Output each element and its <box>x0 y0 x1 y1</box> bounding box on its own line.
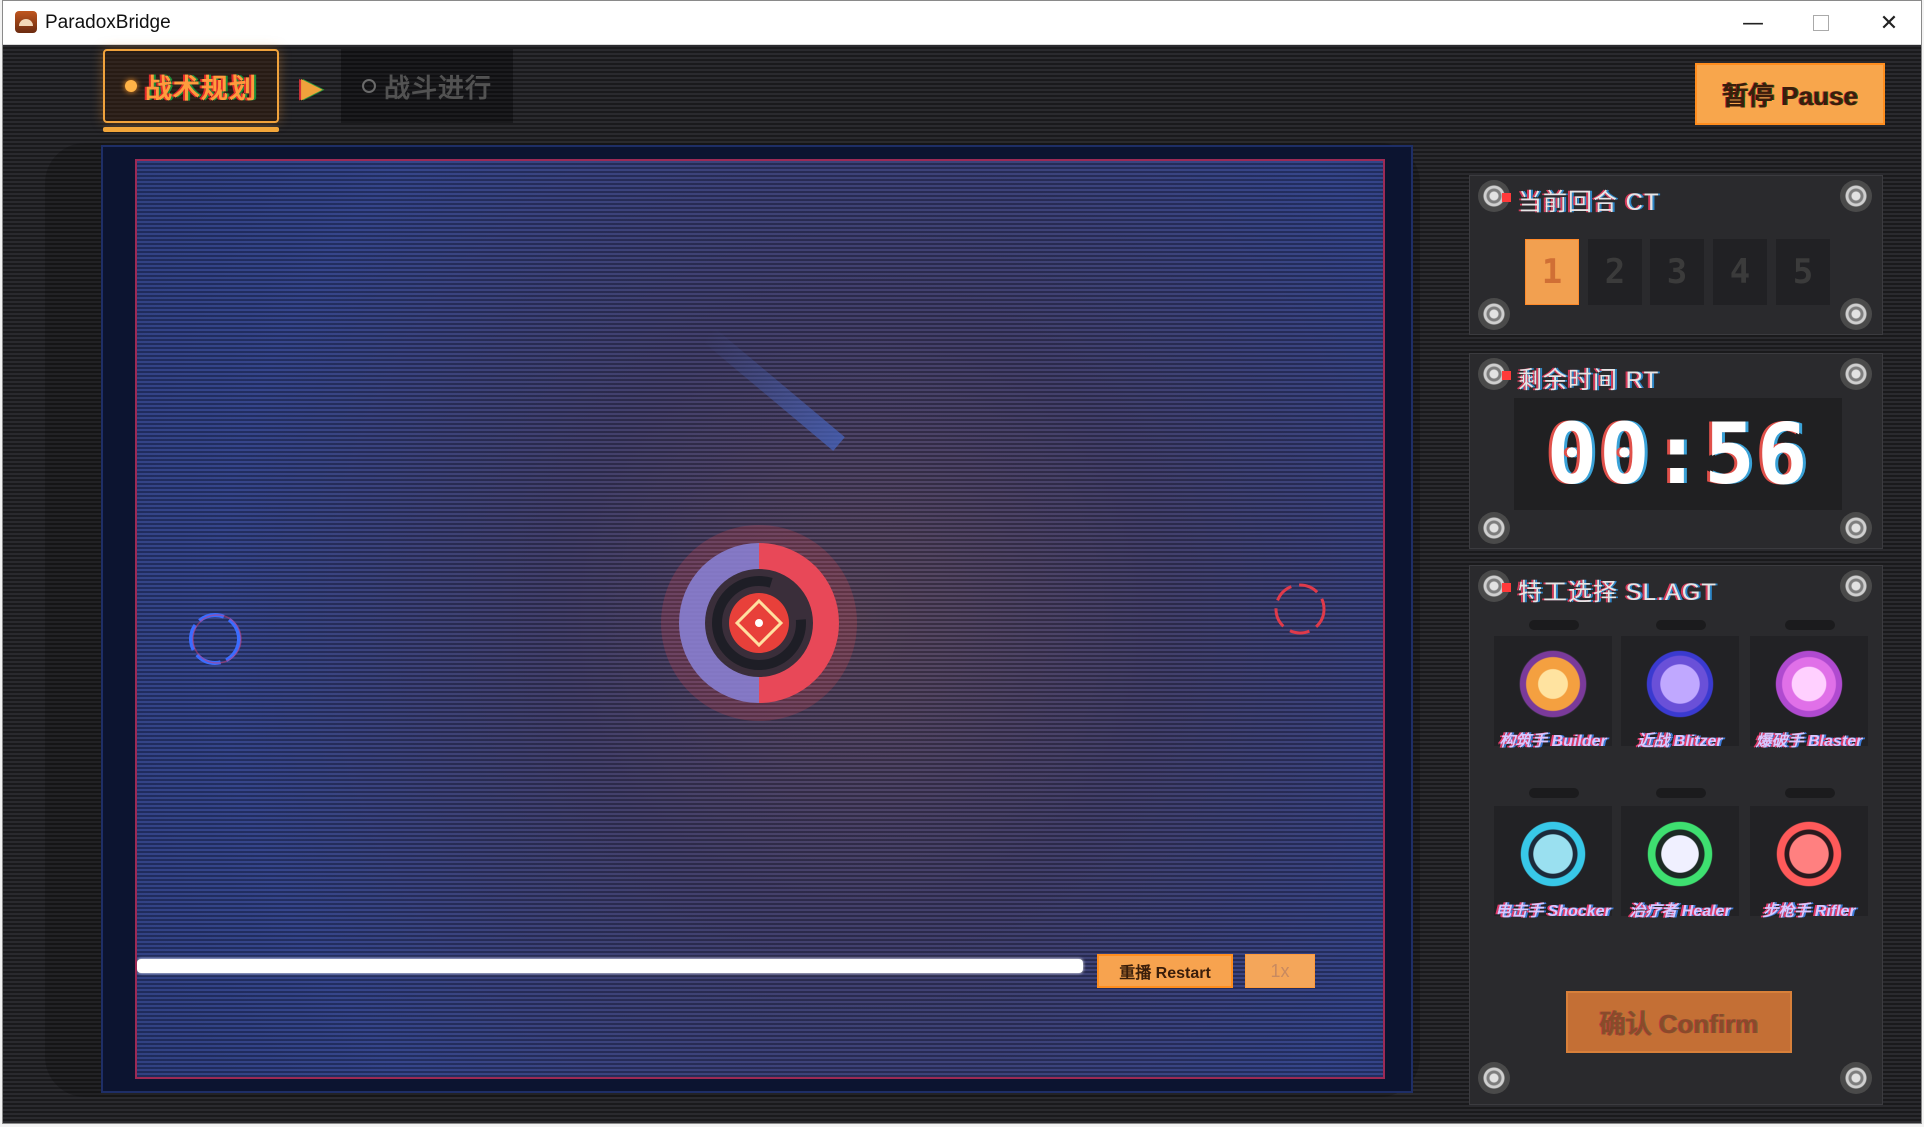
round-panel-title: 当前回合 CT <box>1518 189 1660 216</box>
timer-value: 00:56 <box>1546 405 1810 503</box>
agent-slot-handle <box>1785 788 1835 798</box>
tab-label: 战术规划 <box>145 73 257 104</box>
screw-icon <box>1840 358 1872 390</box>
title-bar: ParadoxBridge — ✕ <box>3 1 1921 45</box>
tab-battle[interactable]: 战斗进行 <box>341 49 513 123</box>
agent-slot-handle <box>1785 620 1835 630</box>
agent-slot-handle <box>1656 788 1706 798</box>
agent-label: 治疗者 Healer <box>1629 903 1731 920</box>
title-marker-icon <box>1502 371 1511 380</box>
timer-panel-title: 剩余时间 RT <box>1518 367 1660 394</box>
agent-label: 步枪手 Rifler <box>1762 903 1856 920</box>
timer-display: 00:56 <box>1514 398 1842 510</box>
round-1[interactable]: 1 <box>1525 239 1579 305</box>
screw-icon <box>1478 298 1510 330</box>
pause-button[interactable]: 暂停 Pause <box>1695 63 1885 125</box>
agent-slot-handle <box>1529 788 1579 798</box>
arena-graphics <box>189 525 1326 721</box>
screw-icon <box>1478 1062 1510 1094</box>
title-marker-icon <box>1502 193 1511 202</box>
agent-card-blitzer[interactable]: 近战 Blitzer <box>1621 636 1739 750</box>
central-core[interactable] <box>661 525 857 721</box>
round-panel: 当前回合 CT 1 2 3 4 5 <box>1469 175 1883 335</box>
timer-panel: 剩余时间 RT 00:56 <box>1469 353 1883 549</box>
speed-button[interactable]: 1x <box>1245 954 1315 988</box>
restart-button[interactable]: 重播 Restart <box>1097 954 1233 988</box>
screw-icon <box>1840 512 1872 544</box>
blaster-icon <box>1775 650 1843 718</box>
battle-arena[interactable]: 重播 Restart 1x <box>135 159 1385 1079</box>
active-tab-underline <box>103 127 279 132</box>
round-2[interactable]: 2 <box>1588 239 1642 305</box>
blitzer-icon <box>1646 650 1714 718</box>
agent-panel-title: 特工选择 SL.AGT <box>1518 579 1718 606</box>
agent-card-blaster[interactable]: 爆破手 Blaster <box>1750 636 1868 750</box>
screw-icon <box>1840 570 1872 602</box>
agent-slot-handle <box>1529 620 1579 630</box>
agent-label: 构筑手 Builder <box>1499 733 1607 750</box>
agent-label: 爆破手 Blaster <box>1755 733 1863 750</box>
round-5[interactable]: 5 <box>1776 239 1830 305</box>
tab-tactical-planning[interactable]: 战术规划 <box>103 49 279 123</box>
screw-icon <box>1840 1062 1872 1094</box>
player-spawn-marker[interactable] <box>189 613 242 665</box>
arrow-right-icon: ▶ <box>301 72 323 103</box>
game-content: 战术规划 ▶ 战斗进行 暂停 Pause 重播 Restart 1x 当前回合 … <box>3 45 1921 1123</box>
screw-icon <box>1840 298 1872 330</box>
round-3[interactable]: 3 <box>1650 239 1704 305</box>
healer-icon <box>1646 820 1714 888</box>
builder-icon <box>1519 650 1587 718</box>
title-marker-icon <box>1502 583 1511 592</box>
close-button[interactable]: ✕ <box>1855 1 1921 45</box>
agent-slot-handle <box>1656 620 1706 630</box>
confirm-button[interactable]: 确认 Confirm <box>1566 991 1792 1053</box>
screw-icon <box>1840 180 1872 212</box>
minimize-button[interactable]: — <box>1719 1 1787 45</box>
agent-card-rifler[interactable]: 步枪手 Rifler <box>1750 806 1868 920</box>
round-4[interactable]: 4 <box>1713 239 1767 305</box>
app-logo-icon <box>15 11 37 33</box>
agent-panel: 特工选择 SL.AGT 构筑手 Builder 近战 Blitzer 爆破手 B… <box>1469 565 1883 1105</box>
shocker-icon <box>1519 820 1587 888</box>
enemy-spawn-marker[interactable] <box>1274 583 1326 635</box>
agent-label: 近战 Blitzer <box>1637 733 1723 750</box>
active-dot-icon <box>125 80 137 92</box>
window-title: ParadoxBridge <box>45 12 171 33</box>
replay-progress-bar[interactable] <box>137 959 1083 973</box>
screw-icon <box>1478 512 1510 544</box>
agent-card-builder[interactable]: 构筑手 Builder <box>1494 636 1612 750</box>
rifler-icon <box>1775 820 1843 888</box>
agent-card-shocker[interactable]: 电击手 Shocker <box>1494 806 1612 920</box>
maximize-button[interactable] <box>1787 1 1855 45</box>
agent-card-healer[interactable]: 治疗者 Healer <box>1621 806 1739 920</box>
agent-label: 电击手 Shocker <box>1495 903 1611 920</box>
inactive-dot-icon <box>361 79 376 93</box>
app-window: ParadoxBridge — ✕ 战术规划 ▶ 战斗进行 暂停 Pause 重… <box>2 0 1922 1124</box>
tab-label: 战斗进行 <box>383 72 492 103</box>
